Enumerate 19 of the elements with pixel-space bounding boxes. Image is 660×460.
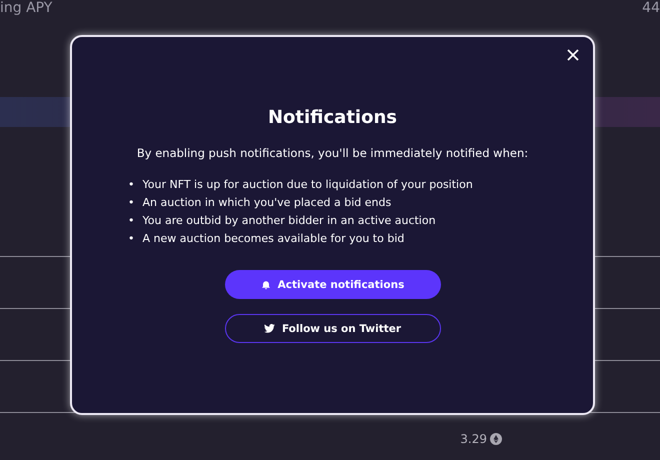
close-icon [567,49,579,61]
price-value: 3.29 [460,432,487,446]
bullet: • [128,177,134,193]
list-item: An auction in which you've placed a bid ends [142,195,392,211]
activate-button[interactable]: Activate notifications [224,270,440,299]
dialog-title: Notifications [268,107,398,128]
dialog-intro: By enabling push notifications, you'll be immediately notified when: [136,146,528,160]
bullet: • [128,213,134,229]
bell-icon [260,280,271,290]
list-item: Your NFT is up for auction due to liquidation of your position [142,177,473,193]
bullet: • [128,195,134,211]
follow-button[interactable]: Follow us on Twitter [224,314,440,343]
column-value: 44 [642,0,660,16]
bullet: • [128,231,134,247]
bird-icon [264,324,275,333]
column-label: ing APY [0,0,52,16]
list-item: You are outbid by another bidder in an active auction [142,213,436,229]
list-item: A new auction becomes available for you to bid [142,231,404,247]
ethereum-icon [490,433,502,445]
